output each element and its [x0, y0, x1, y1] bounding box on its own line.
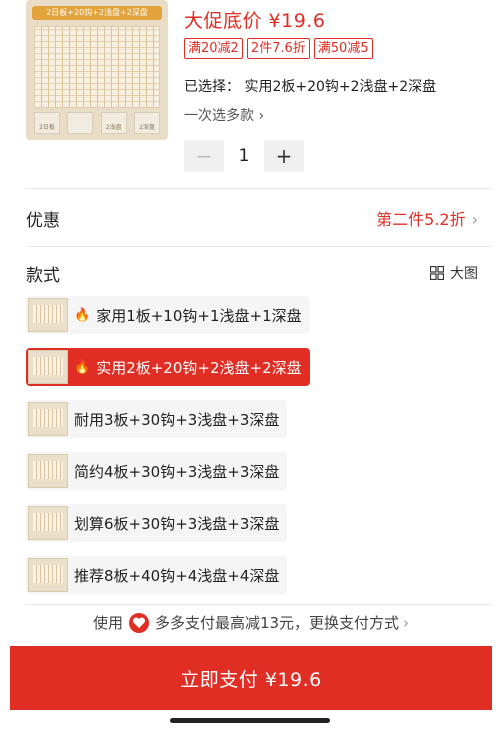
increase-button[interactable]: + [264, 140, 304, 172]
style-option[interactable]: 耐用3板+30钩+3浅盘+3深盘 [26, 400, 288, 438]
tray-label [67, 112, 94, 134]
style-option[interactable]: 简约4板+30钩+3浅盘+3深盘 [26, 452, 288, 490]
large-view-toggle[interactable]: 大图 [430, 263, 478, 283]
divider [26, 604, 492, 605]
grid-icon [430, 266, 444, 280]
pay-now-button[interactable]: 立即支付 ¥19.6 [10, 646, 492, 710]
style-option[interactable]: 推荐8板+40钩+4浅盘+4深盘 [26, 556, 288, 594]
sku-sheet: 2日板+20钩+2浅盘+2深盘 2日板 2浅盘 2深盘 大促底价 ¥19.6 满… [10, 0, 492, 730]
option-label: 推荐8板+40钩+4浅盘+4深盘 [74, 566, 280, 585]
product-price: 大促底价 ¥19.6 [184, 10, 326, 32]
fire-icon: 🔥 [74, 307, 91, 323]
style-label: 款式 [26, 265, 60, 286]
discount-value-text: 第二件5.2折 [376, 210, 466, 229]
payment-method-hint[interactable]: 使用 多多支付最高减13元，更换支付方式 › [10, 612, 492, 633]
large-view-label: 大图 [450, 266, 478, 282]
option-thumbnail [28, 350, 68, 384]
option-thumbnail [28, 454, 68, 488]
product-thumbnail[interactable]: 2日板+20钩+2浅盘+2深盘 2日板 2浅盘 2深盘 [26, 0, 168, 140]
payment-hint-text: 多多支付最高减13元，更换支付方式 [154, 614, 400, 632]
fire-icon: 🔥 [74, 359, 91, 375]
style-option[interactable]: 划算6板+30钩+3浅盘+3深盘 [26, 504, 288, 542]
multi-select-link[interactable]: 一次选多款 › [184, 105, 264, 125]
promo-tag: 2件7.6折 [246, 38, 310, 59]
selected-variant: 已选择： 实用2板+20钩+2浅盘+2深盘 [184, 79, 437, 95]
option-label: 划算6板+30钩+3浅盘+3深盘 [74, 514, 280, 533]
option-thumbnail [28, 298, 68, 332]
option-thumbnail [28, 506, 68, 540]
promo-tag: 满20减2 [184, 38, 243, 59]
thumbnail-board [34, 26, 160, 108]
tray-label: 2深盘 [133, 112, 160, 134]
thumbnail-trays: 2日板 2浅盘 2深盘 [34, 112, 160, 134]
option-label: 实用2板+20钩+2浅盘+2深盘 [96, 358, 302, 377]
heart-pay-icon [128, 612, 149, 633]
divider [26, 188, 492, 189]
thumbnail-banner: 2日板+20钩+2浅盘+2深盘 [32, 6, 162, 20]
option-label: 家用1板+10钩+1浅盘+1深盘 [96, 306, 302, 325]
quantity-value[interactable]: 1 [224, 146, 264, 166]
chevron-right-icon: › [403, 613, 410, 632]
option-label: 耐用3板+30钩+3浅盘+3深盘 [74, 410, 280, 429]
chevron-right-icon: › [258, 108, 265, 124]
promo-tag: 满50减5 [313, 38, 373, 59]
tray-label: 2浅盘 [100, 112, 127, 134]
quantity-stepper: − 1 + [184, 140, 304, 172]
option-label: 简约4板+30钩+3浅盘+3深盘 [74, 462, 280, 481]
payment-hint-prefix: 使用 [92, 614, 123, 632]
option-thumbnail [28, 402, 68, 436]
chevron-right-icon: › [471, 210, 478, 229]
tray-label: 2日板 [34, 112, 60, 134]
style-header: 款式 大图 [26, 258, 478, 288]
minus-icon: − [195, 144, 213, 168]
multi-select-label: 一次选多款 [184, 108, 254, 124]
plus-icon: + [275, 144, 293, 168]
style-option[interactable]: 🔥 家用1板+10钩+1浅盘+1深盘 [26, 296, 310, 334]
promo-tags: 满20减2 2件7.6折 满50减5 [184, 38, 373, 59]
option-thumbnail [28, 558, 68, 592]
discount-label: 优惠 [26, 210, 60, 231]
divider [26, 246, 492, 247]
discount-row[interactable]: 优惠 第二件5.2折 › [26, 200, 478, 236]
decrease-button[interactable]: − [184, 140, 224, 172]
discount-value: 第二件5.2折 › [376, 206, 478, 230]
home-indicator [170, 718, 330, 723]
style-option-selected[interactable]: 🔥 实用2板+20钩+2浅盘+2深盘 [26, 348, 310, 386]
